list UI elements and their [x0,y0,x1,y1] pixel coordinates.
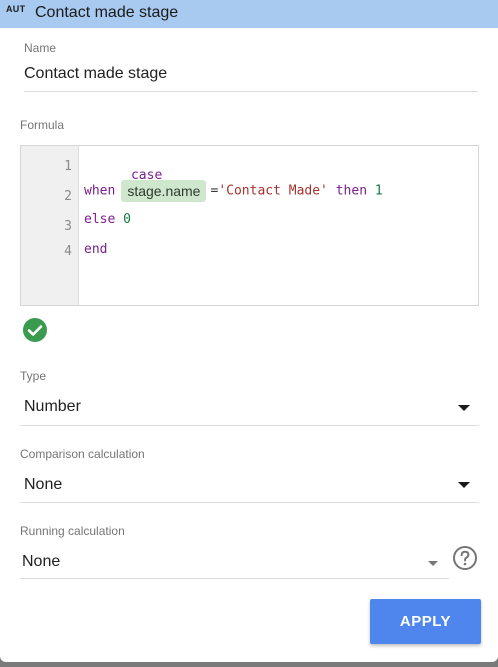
dialog-header: AUT Contact made stage [0,0,498,28]
line-number-gutter: 1 2 3 4 [21,146,79,305]
running-underline [20,578,449,579]
chevron-down-icon [458,405,470,411]
code-line-3: else 0 [84,212,131,227]
comparison-underline [20,502,479,503]
running-label: Running calculation [20,524,125,538]
string-literal: 'Contact Made' [218,183,328,199]
type-label: Type [20,369,47,383]
number-literal: 1 [374,183,383,199]
keyword: when [84,183,116,199]
line-number: 1 [64,159,72,174]
apply-button[interactable]: APPLY [370,599,481,644]
type-underline [20,425,479,426]
name-label: Name [24,41,57,55]
line-number: 3 [64,219,72,234]
code-line-2: when stage.name ='Contact Made' then 1 [84,180,383,202]
type-select-value: Number [24,398,81,415]
type-badge: AUT [6,4,26,14]
code-line-4: end [84,242,107,257]
chevron-down-icon [428,561,438,566]
comparison-label: Comparison calculation [20,447,145,461]
formula-editor[interactable]: 1 2 3 4 case when stage.name ='Contact Mad… [20,145,479,306]
calculated-field-dialog: AUT Contact made stage Name Contact made… [0,0,498,662]
check-circle-icon [23,318,47,342]
comparison-select-value: None [24,476,63,493]
question-circle-icon[interactable] [452,545,478,571]
dialog-title: Contact made stage [35,4,179,21]
line-number: 2 [64,189,72,204]
name-underline [24,91,478,92]
field-chip-stage-name[interactable]: stage.name [121,180,207,202]
keyword: then [335,183,368,199]
keyword: else [84,212,116,227]
formula-label: Formula [20,118,65,132]
keyword: end [84,242,108,257]
chevron-down-icon [458,482,470,488]
name-input[interactable]: Contact made stage [24,65,167,83]
number-literal: 0 [123,212,131,227]
line-number: 4 [64,244,72,259]
running-select-value: None [22,553,61,570]
